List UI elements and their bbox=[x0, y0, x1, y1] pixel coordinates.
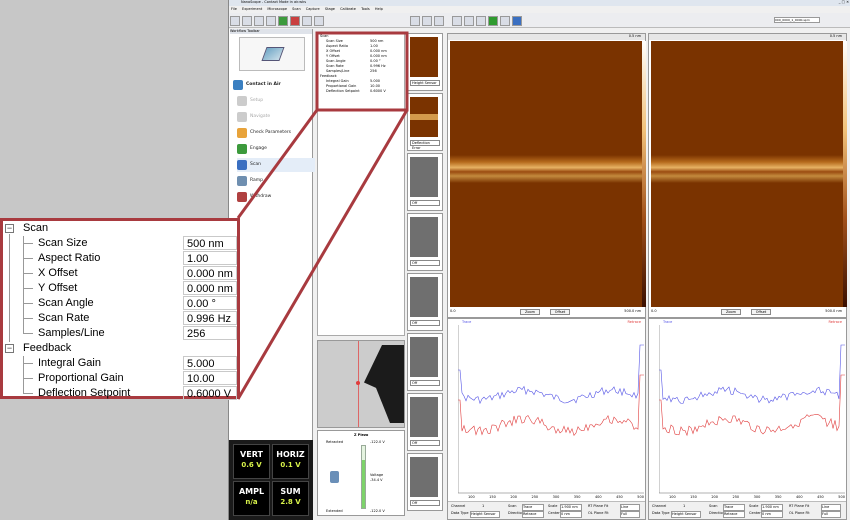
param-value-field[interactable]: 256 bbox=[183, 326, 237, 340]
param-label: Scan Angle bbox=[38, 297, 94, 309]
param-deflection-setpoint[interactable]: Deflection Setpoint 0.6000 V bbox=[3, 386, 237, 401]
param-label: Scan Size bbox=[38, 237, 88, 249]
param-label: Samples/Line bbox=[38, 327, 105, 339]
param-value-field[interactable]: 0.6000 V bbox=[183, 386, 237, 400]
param-scan-rate[interactable]: Scan Rate 0.996 Hz bbox=[3, 311, 237, 326]
feedback-group-label: Feedback bbox=[23, 342, 72, 354]
param-proportional-gain[interactable]: Proportional Gain 10.00 bbox=[3, 371, 237, 386]
param-label: Deflection Setpoint bbox=[38, 387, 131, 399]
collapse-icon[interactable]: − bbox=[5, 224, 14, 233]
param-scan-size[interactable]: Scan Size 500 nm bbox=[3, 236, 237, 251]
param-value-field[interactable]: 500 nm bbox=[183, 236, 237, 250]
param-value-field[interactable]: 0.996 Hz bbox=[183, 311, 237, 325]
scan-group-header[interactable]: − Scan bbox=[3, 221, 237, 236]
param-label: Aspect Ratio bbox=[38, 252, 101, 264]
param-label: Y Offset bbox=[38, 282, 78, 294]
scan-group-label: Scan bbox=[23, 222, 49, 234]
param-y-offset[interactable]: Y Offset 0.000 nm bbox=[3, 281, 237, 296]
param-value-field[interactable]: 10.00 bbox=[183, 371, 237, 385]
param-value-field[interactable]: 0.000 nm bbox=[183, 281, 237, 295]
param-x-offset[interactable]: X Offset 0.000 nm bbox=[3, 266, 237, 281]
param-label: Scan Rate bbox=[38, 312, 90, 324]
parameters-callout: − Scan Scan Size 500 nm Aspect Ratio 1.00 X… bbox=[0, 218, 240, 401]
param-label: Integral Gain bbox=[38, 357, 101, 369]
param-aspect-ratio[interactable]: Aspect Ratio 1.00 bbox=[3, 251, 237, 266]
feedback-group-header[interactable]: − Feedback bbox=[3, 341, 237, 356]
collapse-icon[interactable]: − bbox=[5, 344, 14, 353]
param-value-field[interactable]: 0.000 nm bbox=[183, 266, 237, 280]
param-label: Proportional Gain bbox=[38, 372, 124, 384]
param-samples-line[interactable]: Samples/Line 256 bbox=[3, 326, 237, 341]
param-label: X Offset bbox=[38, 267, 78, 279]
param-scan-angle[interactable]: Scan Angle 0.00 ° bbox=[3, 296, 237, 311]
param-value-field[interactable]: 5.000 bbox=[183, 356, 237, 370]
param-value-field[interactable]: 0.00 ° bbox=[183, 296, 237, 310]
param-value-field[interactable]: 1.00 bbox=[183, 251, 237, 265]
param-integral-gain[interactable]: Integral Gain 5.000 bbox=[3, 356, 237, 371]
